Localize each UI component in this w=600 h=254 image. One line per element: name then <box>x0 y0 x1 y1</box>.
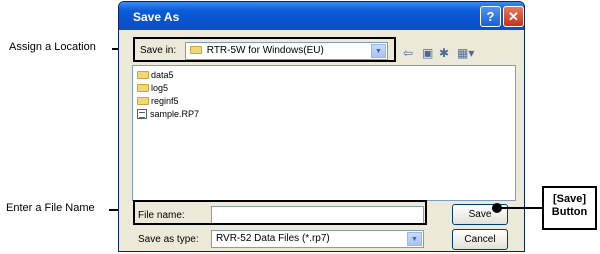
file-name-label: data5 <box>151 70 174 80</box>
file-name-label: log5 <box>151 83 169 93</box>
title-bar: Save As <box>119 2 524 30</box>
cancel-button[interactable]: Cancel <box>452 229 508 250</box>
back-icon[interactable]: ⇦ <box>403 47 413 59</box>
annotation-save-line2: Button <box>551 206 588 218</box>
view-menu-icon[interactable]: ▦▾ <box>457 47 474 59</box>
folder-icon <box>137 71 149 79</box>
up-folder-icon[interactable]: ▣ <box>422 47 433 59</box>
list-item[interactable]: reginf5 <box>137 95 179 107</box>
list-item[interactable]: log5 <box>137 82 168 94</box>
list-item[interactable]: sample.RP7 <box>137 108 199 120</box>
list-item[interactable]: data5 <box>137 69 174 81</box>
annotation-save-button: [Save] Button <box>542 186 597 230</box>
folder-icon <box>137 97 149 105</box>
file-list[interactable]: data5 log5 reginf5 sample.RP7 <box>132 65 516 201</box>
close-button[interactable]: ✕ <box>503 6 524 27</box>
dialog-title: Save As <box>133 10 180 24</box>
folder-icon <box>137 84 149 92</box>
file-name-label: sample.RP7 <box>150 109 200 119</box>
chevron-down-icon[interactable]: ▼ <box>407 232 422 246</box>
save-as-type-value: RVR-52 Data Files (*.rp7) <box>216 233 330 244</box>
annotation-save-line1: [Save] <box>552 193 587 205</box>
file-name-label: reginf5 <box>151 96 179 106</box>
annotation-assign-location: Assign a Location <box>9 41 96 53</box>
annotation-line-save <box>500 207 542 209</box>
new-folder-icon[interactable]: ✱ <box>439 47 449 59</box>
help-button[interactable]: ? <box>480 6 501 27</box>
file-icon <box>137 109 147 119</box>
highlight-file-name <box>133 200 427 225</box>
highlight-save-in <box>133 37 396 62</box>
annotation-enter-filename: Enter a File Name <box>6 202 95 214</box>
save-as-type-label: Save as type: <box>138 234 199 245</box>
save-as-type-dropdown[interactable]: RVR-52 Data Files (*.rp7) ▼ <box>211 230 424 248</box>
